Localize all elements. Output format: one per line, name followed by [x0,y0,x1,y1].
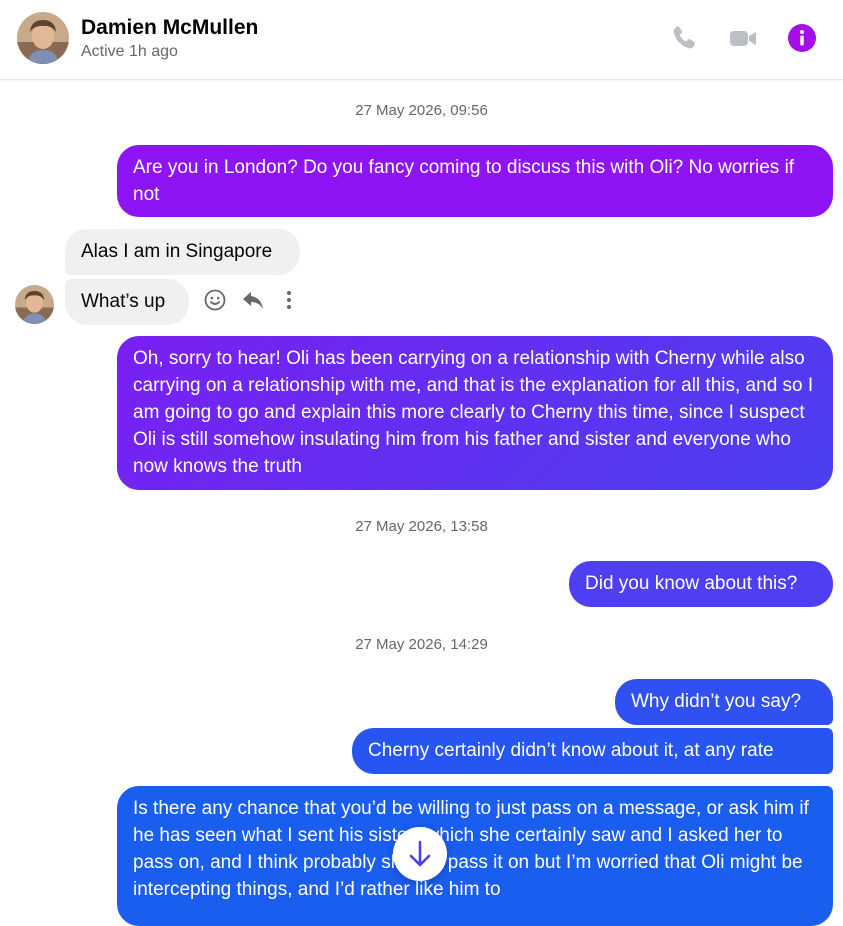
incoming-message[interactable]: Alas I am in Singapore [65,229,300,275]
outgoing-message[interactable]: Did you know about this? [569,561,833,607]
reply-icon[interactable] [240,287,266,313]
video-camera-icon[interactable] [727,22,759,54]
active-status: Active 1h ago [81,43,178,60]
phone-icon[interactable] [668,22,700,54]
outgoing-message[interactable]: Cherny certainly didn’t know about it, a… [352,728,833,774]
scroll-to-bottom-button[interactable] [393,827,447,881]
outgoing-message[interactable]: Why didn’t you say? [615,679,833,725]
smiley-icon[interactable] [202,287,228,313]
outgoing-message[interactable]: Is there any chance that you’d be willin… [117,786,833,926]
chat-header: Damien McMullen Active 1h ago [0,0,843,80]
arrow-down-icon [409,840,431,867]
outgoing-message[interactable]: Are you in London? Do you fancy coming t… [117,145,833,217]
more-vertical-icon[interactable] [276,287,302,313]
timestamp: 27 May 2026, 09:56 [355,102,488,119]
contact-name[interactable]: Damien McMullen [81,16,258,40]
timestamp: 27 May 2026, 13:58 [355,518,488,535]
contact-avatar[interactable] [17,12,69,64]
timestamp: 27 May 2026, 14:29 [355,636,488,653]
info-icon[interactable] [786,22,818,54]
incoming-message[interactable]: What’s up [65,279,189,325]
contact-avatar-small[interactable] [15,285,54,324]
outgoing-message[interactable]: Oh, sorry to hear! Oli has been carrying… [117,336,833,490]
